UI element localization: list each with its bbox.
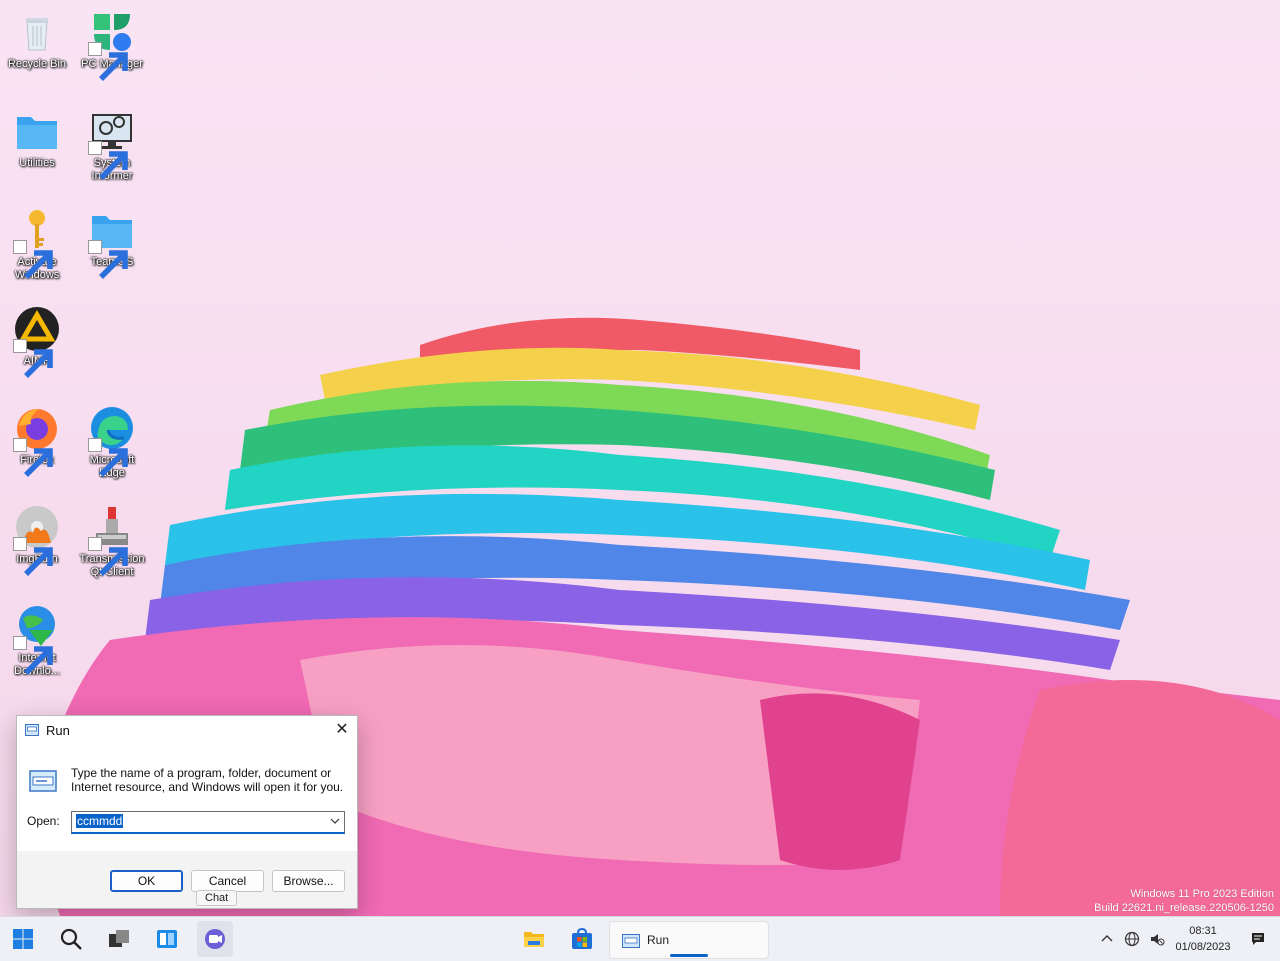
edition-watermark: Windows 11 Pro 2023 Edition Build 22621.… (1094, 887, 1274, 915)
clock-date: 01/08/2023 (1175, 941, 1231, 953)
store-icon (572, 927, 592, 949)
run-app-icon (25, 724, 39, 736)
open-label: Open: (27, 814, 60, 828)
desktop-icon-teamos[interactable]: TeamOS (77, 206, 147, 279)
globe-icon[interactable] (1124, 931, 1140, 947)
system-clock[interactable]: 08:31 01/08/2023 (1170, 923, 1236, 955)
volume-muted-icon[interactable] (1149, 931, 1165, 947)
active-app-indicator (670, 954, 708, 957)
search-icon (60, 928, 82, 950)
file-explorer-button[interactable] (516, 921, 552, 957)
start-button[interactable] (5, 921, 41, 957)
recycle-bin-icon (26, 18, 48, 51)
desktop-icon-transmission[interactable]: Transmission Qt Client (77, 503, 147, 579)
chevron-up-icon[interactable] (1099, 931, 1115, 947)
run-app-icon (29, 770, 57, 792)
taskbar-run-button[interactable]: Run (609, 921, 769, 959)
chat-tooltip: Chat (196, 890, 238, 906)
shortcut-arrow-icon (13, 438, 53, 477)
run-dialog-title: Run (46, 723, 70, 738)
desktop-icon-pc-manager[interactable]: PC Manager (77, 8, 147, 81)
open-combobox[interactable]: ccmmdd (71, 811, 345, 834)
shortcut-arrow-icon (88, 141, 128, 180)
notification-icon[interactable] (1250, 931, 1266, 947)
folder-icon (524, 932, 544, 947)
close-icon: ✕ (335, 721, 349, 738)
clock-time: 08:31 (1189, 925, 1217, 937)
search-button[interactable] (53, 921, 89, 957)
task-view-button[interactable] (101, 921, 137, 957)
taskbar: Run 08:31 01/08/2023 (0, 916, 1280, 961)
shortcut-arrow-icon (13, 240, 53, 279)
cancel-button[interactable]: Cancel (191, 870, 264, 892)
desktop-icon-activate-windows[interactable]: Activate Windows (2, 206, 72, 282)
chat-button[interactable] (197, 921, 233, 957)
run-description: Type the name of a program, folder, docu… (71, 766, 344, 794)
folder-icon (17, 117, 57, 149)
browse-button[interactable]: Browse... (272, 870, 345, 892)
desktop-icon-aimp[interactable]: AIMP (2, 305, 72, 378)
widgets-icon (157, 930, 177, 948)
widgets-button[interactable] (149, 921, 185, 957)
run-dialog-body: Type the name of a program, folder, docu… (17, 744, 357, 851)
shortcut-arrow-icon (88, 438, 128, 477)
close-button[interactable]: ✕ (327, 716, 357, 744)
shortcut-arrow-icon (13, 339, 53, 378)
shortcut-arrow-icon (88, 537, 128, 576)
chevron-down-icon[interactable] (330, 814, 340, 828)
ok-button[interactable]: OK (110, 870, 183, 892)
run-dialog: Run ✕ Type the name of a program, folder… (16, 715, 358, 909)
desktop-icon-imgburn[interactable]: ImgBurn (2, 503, 72, 576)
shortcut-arrow-icon (88, 42, 128, 81)
task-view-icon (109, 930, 129, 947)
desktop-icon-recycle-bin[interactable]: Recycle Bin (2, 8, 72, 71)
windows-logo-icon (13, 929, 33, 949)
teams-chat-icon (205, 929, 225, 949)
desktop-icon-firefox[interactable]: Firefox (2, 404, 72, 477)
desktop-icon-microsoft-edge[interactable]: Microsoft Edge (77, 404, 147, 480)
watermark-build: Build 22621.ni_release.220506-1250 (1094, 902, 1274, 914)
taskbar-run-label: Run (647, 933, 670, 947)
desktop-icon-label: Recycle Bin (7, 58, 67, 70)
desktop-icon-utilities[interactable]: Utilities (2, 107, 72, 170)
shortcut-arrow-icon (13, 537, 53, 576)
shortcut-arrow-icon (13, 636, 53, 675)
run-titlebar[interactable]: Run ✕ (17, 716, 357, 744)
desktop-icon-internet-download-manager[interactable]: Internet Downlo... (2, 602, 72, 678)
desktop-icon-system-informer[interactable]: System Informer (77, 107, 147, 183)
watermark-edition: Windows 11 Pro 2023 Edition (1130, 888, 1275, 900)
microsoft-store-button[interactable] (564, 921, 600, 957)
desktop-icon-label: Utilities (19, 157, 55, 169)
open-input[interactable]: ccmmdd (76, 814, 124, 828)
shortcut-arrow-icon (88, 240, 128, 279)
run-app-icon (622, 934, 640, 948)
